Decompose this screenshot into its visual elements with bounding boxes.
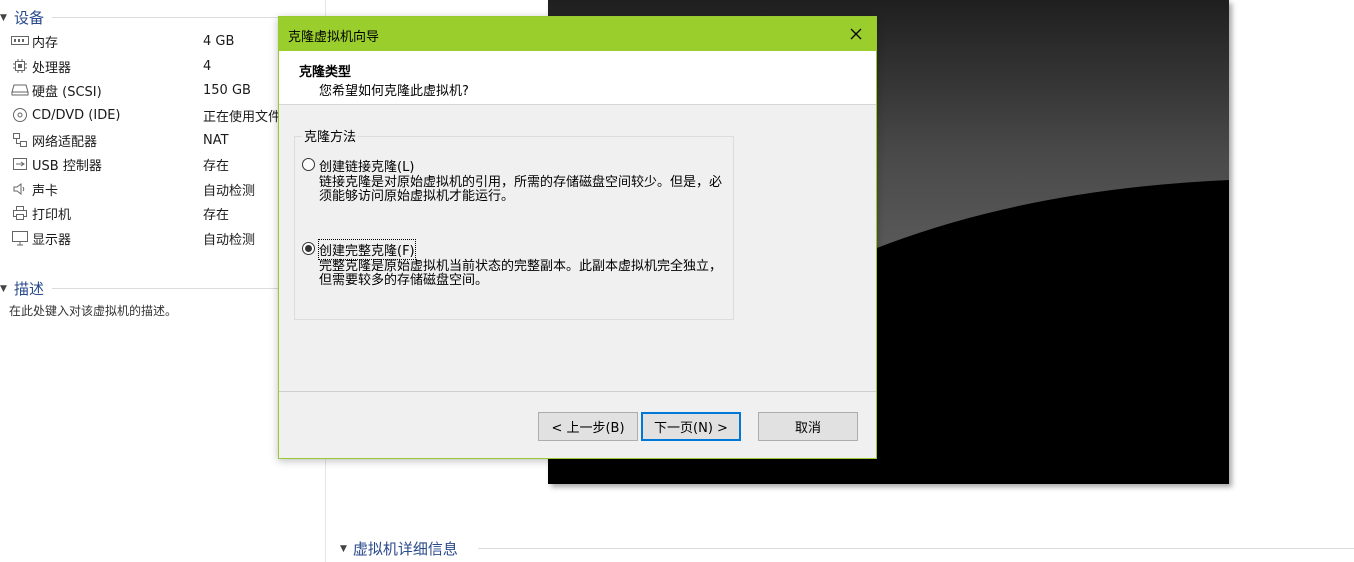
wizard-step-subtitle: 您希望如何克隆此虚拟机? (319, 84, 469, 99)
dialog-titlebar[interactable]: 克隆虚拟机向导 (279, 17, 876, 51)
device-row-cd-dvd[interactable]: CD/DVD (IDE) 正在使用文件 (10, 104, 320, 126)
device-name: 内存 (32, 35, 59, 51)
device-value: 存在 (203, 207, 230, 223)
close-icon[interactable] (836, 17, 876, 51)
linked-clone-option[interactable]: 创建链接克隆(L) 链接克隆是对原始虚拟机的引用，所需的存储磁盘空间较少。但是，… (302, 156, 723, 204)
device-row-memory[interactable]: 内存 4 GB (10, 30, 320, 52)
description-placeholder[interactable]: 在此处键入对该虚拟机的描述。 (9, 302, 177, 319)
full-clone-label[interactable]: 创建完整克隆(F) (318, 239, 416, 260)
hard-disk-icon (10, 82, 30, 98)
device-row-display[interactable]: 显示器 自动检测 (10, 227, 320, 249)
device-row-processor[interactable]: 处理器 4 (10, 55, 320, 77)
linked-clone-label[interactable]: 创建链接克隆(L) (319, 156, 723, 175)
cancel-button[interactable]: 取消 (758, 412, 858, 441)
dialog-title: 克隆虚拟机向导 (288, 30, 380, 45)
linked-clone-description: 链接克隆是对原始虚拟机的引用，所需的存储磁盘空间较少。但是，必须能够访问原始虚拟… (319, 175, 723, 204)
device-name: 硬盘 (SCSI) (32, 84, 102, 100)
device-row-hard-disk[interactable]: 硬盘 (SCSI) 150 GB (10, 79, 320, 101)
collapse-triangle-icon[interactable]: ▼ (0, 13, 12, 23)
description-header-label: 描述 (14, 280, 45, 298)
full-clone-radio[interactable] (302, 242, 315, 255)
clone-vm-wizard-dialog: 克隆虚拟机向导 克隆类型 您希望如何克隆此虚拟机? 克隆方法 创建链接克隆(L)… (278, 16, 877, 459)
device-row-printer[interactable]: 打印机 存在 (10, 202, 320, 224)
network-adapter-icon (10, 132, 30, 148)
button-separator (279, 391, 876, 392)
device-name: CD/DVD (IDE) (32, 107, 121, 123)
clone-method-label: 克隆方法 (302, 126, 359, 145)
collapse-triangle-icon[interactable]: ▼ (340, 544, 347, 554)
full-clone-option[interactable]: 创建完整克隆(F) 完整克隆是原始虚拟机当前状态的完整副本。此副本虚拟机完全独立… (302, 239, 723, 288)
device-value: 存在 (203, 158, 230, 174)
back-button[interactable]: < 上一步(B) (538, 412, 638, 441)
device-row-usb[interactable]: USB 控制器 存在 (10, 153, 320, 175)
devices-header-label: 设备 (14, 9, 45, 27)
sound-icon (10, 181, 30, 197)
device-name: USB 控制器 (32, 158, 102, 174)
device-value: 正在使用文件 (203, 109, 282, 125)
wizard-step-title: 克隆类型 (299, 65, 352, 80)
processor-icon (10, 58, 30, 74)
devices-section-header[interactable]: ▼ 设备 (0, 7, 44, 28)
device-row-network-adapter[interactable]: 网络适配器 NAT (10, 129, 320, 151)
collapse-triangle-icon[interactable]: ▼ (0, 284, 12, 294)
device-value: 4 (203, 58, 212, 74)
linked-clone-radio[interactable] (302, 158, 315, 171)
device-value: 4 GB (203, 33, 235, 49)
full-clone-description: 完整克隆是原始虚拟机当前状态的完整副本。此副本虚拟机完全独立，但需要较多的存储磁… (319, 259, 723, 288)
vm-details-section-header[interactable]: ▼ 虚拟机详细信息 (340, 538, 458, 559)
device-value: NAT (203, 132, 229, 148)
cd-dvd-icon (10, 107, 30, 123)
device-name: 处理器 (32, 60, 72, 76)
device-name: 显示器 (32, 232, 72, 248)
divider (478, 548, 1354, 549)
wizard-header: 克隆类型 您希望如何克隆此虚拟机? (279, 51, 876, 105)
memory-icon (10, 33, 30, 49)
next-button[interactable]: 下一页(N) > (641, 412, 741, 441)
device-name: 网络适配器 (32, 134, 98, 150)
description-section-header[interactable]: ▼ 描述 (0, 278, 44, 299)
device-row-sound[interactable]: 声卡 自动检测 (10, 178, 320, 200)
display-icon (10, 230, 30, 246)
device-value: 自动检测 (203, 183, 256, 199)
vm-details-header-label: 虚拟机详细信息 (352, 540, 458, 558)
device-name: 打印机 (32, 207, 72, 223)
printer-icon (10, 205, 30, 221)
device-value: 自动检测 (203, 232, 256, 248)
device-name: 声卡 (32, 183, 59, 199)
radio-selected-dot (305, 245, 312, 252)
device-value: 150 GB (203, 82, 251, 98)
usb-icon (10, 156, 30, 172)
